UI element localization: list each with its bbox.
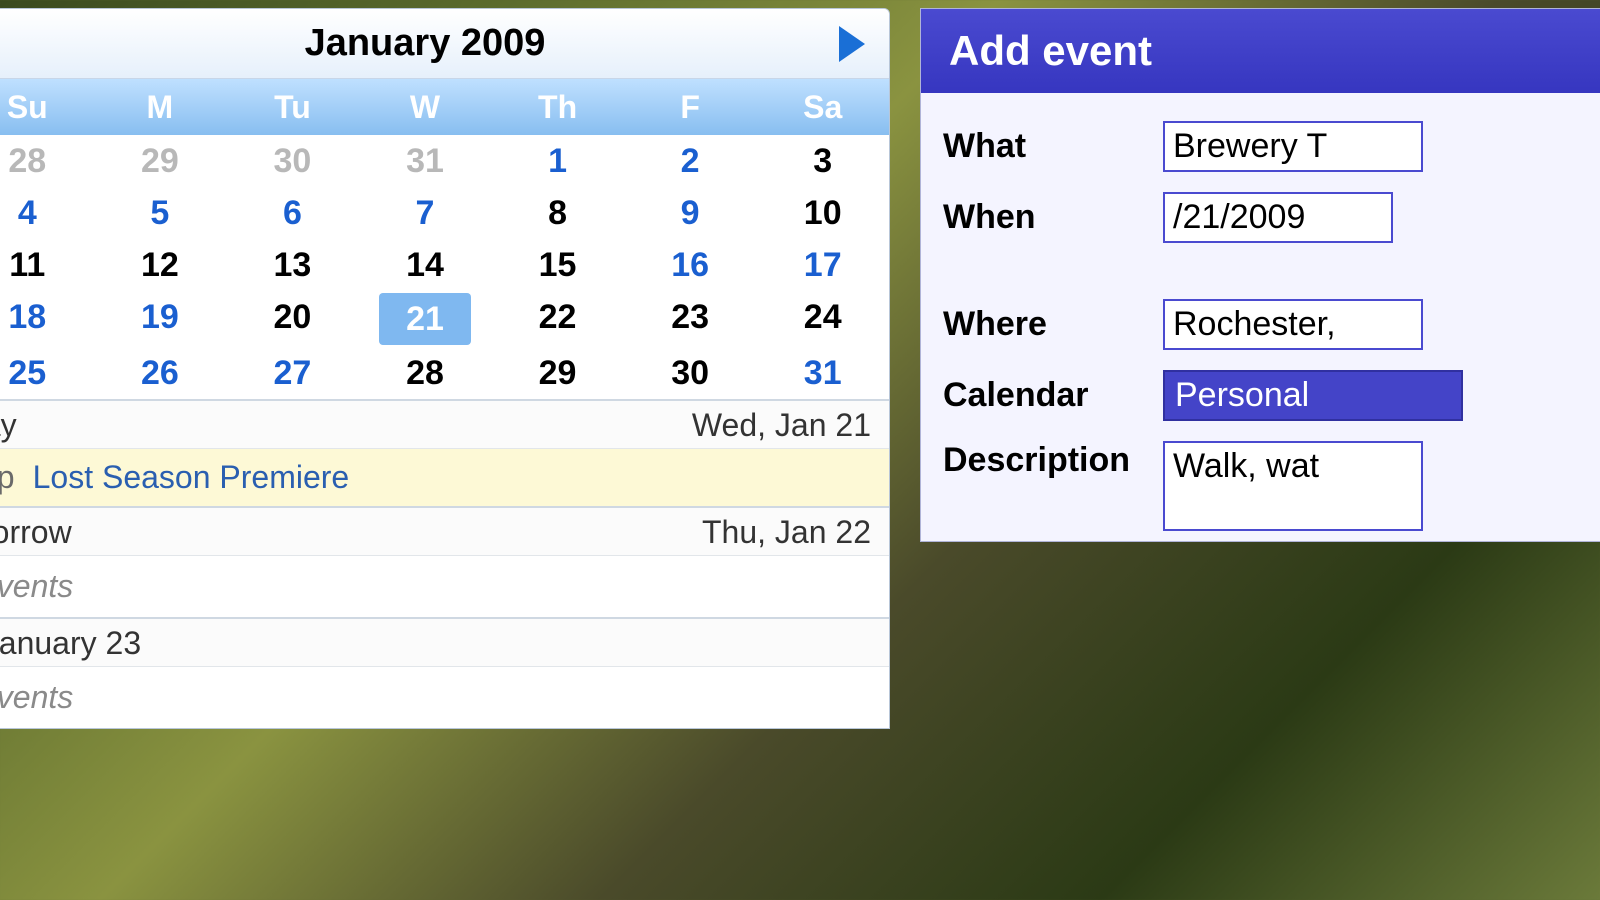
dow-cell: Th xyxy=(491,79,624,135)
dow-cell: F xyxy=(624,79,757,135)
date-cell[interactable]: 12 xyxy=(94,239,227,291)
date-cell[interactable]: 14 xyxy=(359,239,492,291)
date-cell[interactable]: 5 xyxy=(94,187,227,239)
label-description: Description xyxy=(943,441,1143,480)
date-cell[interactable]: 11 xyxy=(0,239,94,291)
date-cell[interactable]: 13 xyxy=(226,239,359,291)
calendar-panel: January 2009 SuMTuWThFSa 282930311234567… xyxy=(0,8,890,729)
date-cell[interactable]: 6 xyxy=(226,187,359,239)
date-cell[interactable]: 2 xyxy=(624,135,757,187)
what-input[interactable] xyxy=(1163,121,1423,172)
date-cell[interactable]: 7 xyxy=(359,187,492,239)
row-where: Where xyxy=(921,289,1600,360)
date-cell[interactable]: 8 xyxy=(491,187,624,239)
where-input[interactable] xyxy=(1163,299,1423,350)
date-cell[interactable]: 29 xyxy=(491,347,624,399)
date-cell[interactable]: 30 xyxy=(624,347,757,399)
agenda-header-left: . January 23 xyxy=(0,625,141,662)
row-what: What xyxy=(921,111,1600,182)
date-cell[interactable]: 27 xyxy=(226,347,359,399)
when-input[interactable] xyxy=(1163,192,1393,243)
date-cell[interactable]: 24 xyxy=(756,291,889,343)
agenda-no-events: events xyxy=(0,666,889,728)
agenda-item-title: Lost Season Premiere xyxy=(33,459,350,496)
date-cell[interactable]: 16 xyxy=(624,239,757,291)
date-cell[interactable]: 25 xyxy=(0,347,94,399)
description-textarea[interactable] xyxy=(1163,441,1423,531)
agenda: day Wed, Jan 21 8p Lost Season Premiere morr… xyxy=(0,399,889,728)
date-cell[interactable]: 3 xyxy=(756,135,889,187)
date-cell[interactable]: 26 xyxy=(94,347,227,399)
row-description: Description xyxy=(921,431,1600,541)
date-cell[interactable]: 15 xyxy=(491,239,624,291)
next-month-icon[interactable] xyxy=(839,26,865,62)
date-cell[interactable]: 1 xyxy=(491,135,624,187)
date-cell[interactable]: 31 xyxy=(359,135,492,187)
date-cell[interactable]: 19 xyxy=(94,291,227,343)
label-where: Where xyxy=(943,305,1143,344)
label-when: When xyxy=(943,198,1143,237)
row-when: When xyxy=(921,182,1600,253)
agenda-section-header: morrow Thu, Jan 22 xyxy=(0,506,889,555)
add-event-title: Add event xyxy=(921,9,1600,93)
agenda-header-right: Thu, Jan 22 xyxy=(702,514,871,551)
dow-cell: W xyxy=(359,79,492,135)
date-cell[interactable]: 28 xyxy=(359,347,492,399)
date-cell[interactable]: 31 xyxy=(756,347,889,399)
add-event-panel: Add event What When Where Calendar Perso… xyxy=(920,8,1600,542)
agenda-header-right: Wed, Jan 21 xyxy=(692,407,871,444)
date-cell[interactable]: 21 xyxy=(379,293,472,345)
row-calendar: Calendar Personal xyxy=(921,360,1600,431)
agenda-item[interactable]: 8p Lost Season Premiere xyxy=(0,448,889,506)
agenda-item-time: 8p xyxy=(0,459,15,496)
date-cell[interactable]: 29 xyxy=(94,135,227,187)
date-cell[interactable]: 23 xyxy=(624,291,757,343)
date-cell[interactable]: 18 xyxy=(0,291,94,343)
agenda-header-left: day xyxy=(0,407,17,444)
dow-cell: Sa xyxy=(756,79,889,135)
month-title: January 2009 xyxy=(305,22,546,65)
agenda-section-header: day Wed, Jan 21 xyxy=(0,399,889,448)
date-cell[interactable]: 20 xyxy=(226,291,359,343)
date-cell[interactable]: 17 xyxy=(756,239,889,291)
agenda-header-left: morrow xyxy=(0,514,72,551)
day-of-week-row: SuMTuWThFSa xyxy=(0,79,889,135)
date-cell[interactable]: 10 xyxy=(756,187,889,239)
date-cell[interactable]: 30 xyxy=(226,135,359,187)
date-cell[interactable]: 28 xyxy=(0,135,94,187)
agenda-section-header: . January 23 xyxy=(0,617,889,666)
date-cell[interactable]: 9 xyxy=(624,187,757,239)
date-cell[interactable]: 4 xyxy=(0,187,94,239)
dow-cell: M xyxy=(94,79,227,135)
dow-cell: Tu xyxy=(226,79,359,135)
label-calendar: Calendar xyxy=(943,376,1143,415)
calendar-select[interactable]: Personal xyxy=(1163,370,1463,421)
date-cell[interactable]: 22 xyxy=(491,291,624,343)
label-what: What xyxy=(943,127,1143,166)
dow-cell: Su xyxy=(0,79,94,135)
agenda-no-events: events xyxy=(0,555,889,617)
calendar-header: January 2009 xyxy=(0,9,889,79)
calendar-grid: 2829303112345678910111213141516171819202… xyxy=(0,135,889,399)
